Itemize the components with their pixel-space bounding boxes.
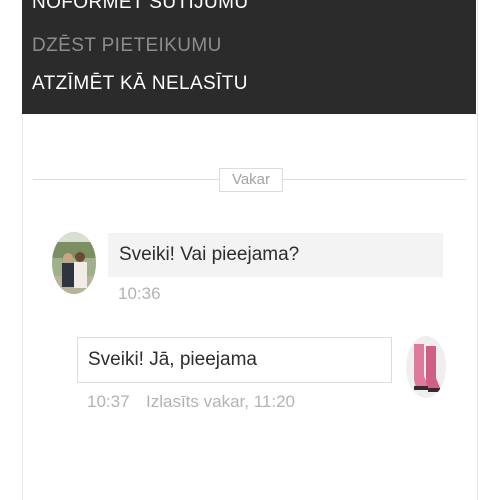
menu-item-create-shipment[interactable]: NOFORMĒT SŪTĪJUMU: [32, 0, 249, 14]
incoming-message-bubble: Sveiki! Vai pieejama?: [108, 233, 443, 277]
sender-avatar[interactable]: [52, 232, 96, 294]
menu-item-delete-request[interactable]: DZĒST PIETEIKUMU: [32, 35, 222, 57]
incoming-message-time: 10:36: [118, 284, 161, 303]
date-divider-label: Vakar: [219, 168, 283, 192]
pink-boots-icon: [406, 336, 446, 398]
listing-thumbnail[interactable]: [406, 336, 446, 398]
context-menu: NOFORMĒT SŪTĪJUMU DZĒST PIETEIKUMU ATZĪM…: [22, 0, 476, 114]
outgoing-message-bubble: Sveiki! Jā, pieejama: [77, 337, 392, 383]
outgoing-message-time: 10:37: [87, 392, 130, 411]
person-photo-icon: [52, 232, 96, 294]
menu-item-mark-unread[interactable]: ATZĪMĒT KĀ NELASĪTU: [32, 73, 248, 95]
read-status: Izlasīts vakar, 11:20: [146, 392, 295, 411]
